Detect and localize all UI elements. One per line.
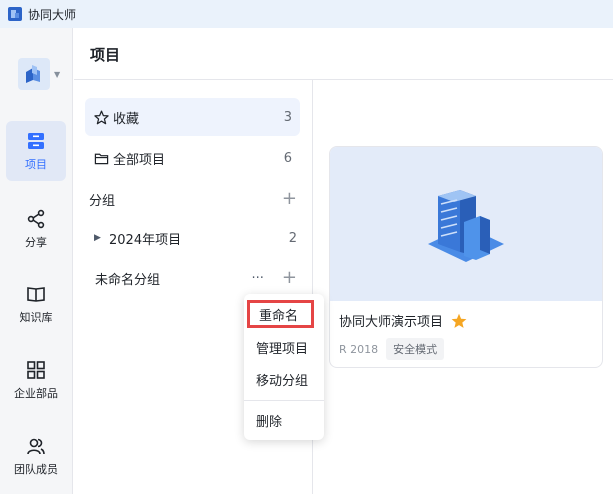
more-options-icon[interactable]: ··· [252,271,264,286]
group-item-label: 2024年项目 [109,232,182,248]
menu-divider [244,400,324,401]
menu-item-move-group[interactable]: 移动分组 [244,365,324,393]
group-item-count: 2 [288,230,297,246]
chevron-down-icon: ▼ [54,69,61,79]
nav-all-projects[interactable]: 全部项目 6 [85,139,300,177]
context-menu: 重命名 管理项目 移动分组 删除 [244,294,324,440]
nav-all-projects-label: 全部项目 [113,152,166,168]
rail-item-label: 项目 [25,158,47,171]
workspace-logo-icon [18,58,50,90]
folder-icon [93,150,109,166]
rail-item-projects[interactable]: 项目 [6,121,66,181]
rail-item-label: 团队成员 [14,463,58,476]
workspace-switcher[interactable]: ▼ [18,58,60,90]
rail-item-label: 分享 [25,236,47,249]
panel-header: 项目 [74,28,613,80]
add-group-icon[interactable]: + [282,190,297,208]
project-name-row: 协同大师演示项目 [339,311,467,330]
group-item-unnamed[interactable]: 未命名分组 ··· + [89,267,297,289]
project-card[interactable]: 协同大师演示项目 R 2018 安全模式 [329,146,603,368]
nav-favorites[interactable]: 收藏 3 [85,98,300,136]
app-title: 协同大师 [28,7,77,22]
page-title: 项目 [90,46,121,64]
project-version: R 2018 [339,342,379,356]
project-meta: R 2018 安全模式 [339,338,445,360]
nav-favorites-count: 3 [283,109,292,125]
star-filled-icon[interactable] [451,313,467,329]
rail-item-label: 企业部品 [14,387,58,400]
rail-item-label: 知识库 [19,311,53,324]
rail-item-enterprise-parts[interactable]: 企业部品 [6,350,66,410]
team-icon [25,435,47,457]
book-icon [25,283,47,305]
project-icon [25,130,47,152]
group-item-2024[interactable]: ▶ 2024年项目 2 [89,227,297,249]
group-section-header: 分组 + [89,188,297,210]
rail-item-team-members[interactable]: 团队成员 [6,426,66,486]
app-logo-icon [8,7,22,21]
status-badge: 安全模式 [386,338,445,360]
menu-item-delete[interactable]: 删除 [244,406,324,434]
grid-icon [25,359,47,381]
star-outline-icon [93,109,109,125]
project-name: 协同大师演示项目 [339,315,444,330]
rail-item-share[interactable]: 分享 [6,199,66,259]
menu-item-rename[interactable]: 重命名 [247,300,314,328]
building-icon [428,190,504,262]
menu-item-manage-project[interactable]: 管理项目 [244,333,324,361]
group-item-label: 未命名分组 [95,272,161,288]
caret-right-icon[interactable]: ▶ [89,233,109,243]
add-icon[interactable]: + [282,269,297,287]
nav-favorites-label: 收藏 [113,111,140,127]
title-bar: 协同大师 [0,0,613,28]
left-rail: ▼ 项目 分享 知识库 企业部品 团队成员 [0,28,73,494]
share-icon [25,208,47,230]
project-thumbnail [330,147,602,301]
rail-item-knowledge-base[interactable]: 知识库 [6,274,66,334]
group-section-label: 分组 [89,193,116,209]
nav-all-projects-count: 6 [283,150,292,166]
main-content: 协同大师演示项目 R 2018 安全模式 [313,80,613,494]
